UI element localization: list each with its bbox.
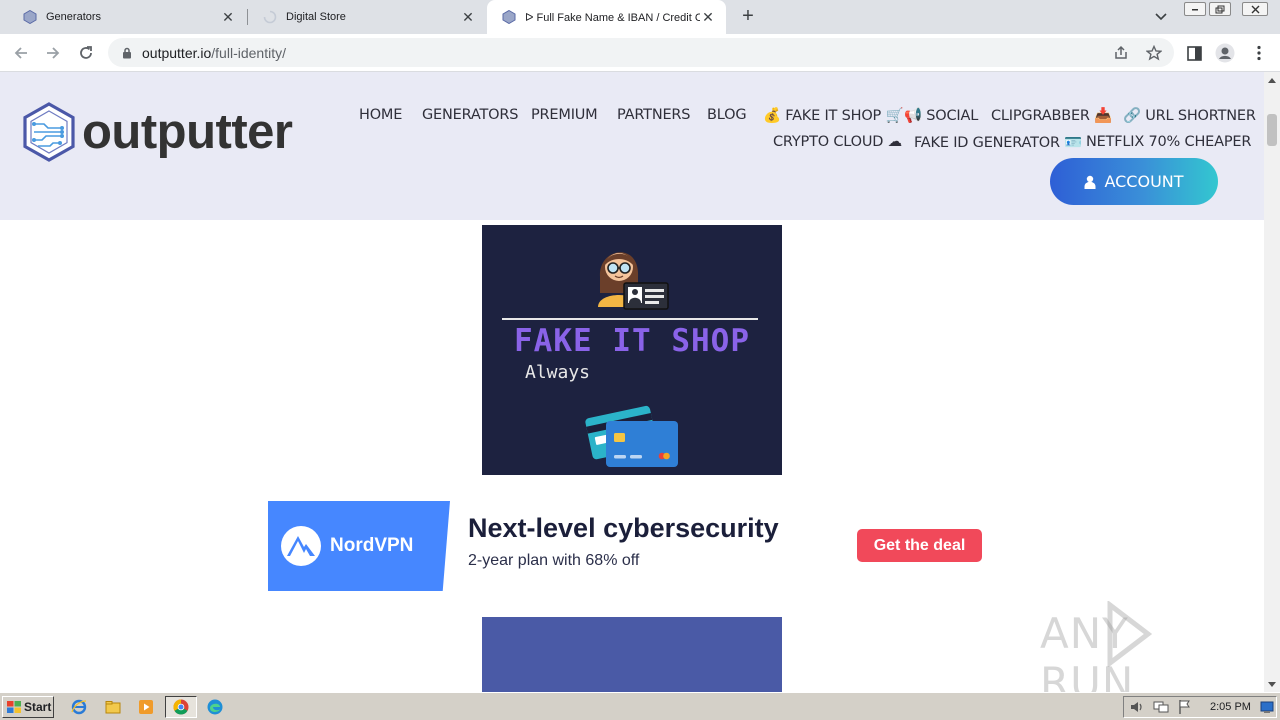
page-scrollbar[interactable] [1264, 72, 1280, 692]
tab-title: ᐅ Full Fake Name & IBAN / Credit Ca [525, 11, 700, 24]
url-host: outputter.io [142, 44, 212, 61]
minimize-window-icon[interactable] [1184, 2, 1206, 16]
system-tray: 2:05 PM [1123, 696, 1277, 718]
new-tab-button[interactable]: + [738, 6, 758, 27]
address-bar[interactable]: outputter.io/full-identity/ [108, 38, 1174, 67]
nav-clipgrabber[interactable]: CLIPGRABBER 📥 [991, 107, 1112, 124]
windows-flag-icon [6, 700, 22, 714]
tab-search-chevron-icon[interactable] [1152, 8, 1170, 26]
profile-avatar-icon[interactable] [1214, 42, 1236, 64]
fake-it-shop-ad[interactable]: FAKE IT SHOP Always [482, 225, 782, 475]
tab-title: Digital Store [286, 11, 346, 23]
girl-with-id-card-icon [598, 252, 669, 310]
tab-full-identity[interactable]: ᐅ Full Fake Name & IBAN / Credit Ca ✕ [487, 0, 726, 34]
nordvpn-headline: Next-level cybersecurity [468, 513, 779, 543]
nav-blog[interactable]: BLOG [707, 107, 747, 123]
nav-generators[interactable]: GENERATORS [422, 107, 518, 123]
page-viewport: outputter HOME GENERATORS PREMIUM PARTNE… [0, 72, 1264, 692]
nordvpn-logo-icon [281, 526, 321, 566]
outputter-logo-icon [23, 102, 75, 162]
internet-explorer-icon[interactable] [70, 698, 88, 716]
scroll-down-arrow-icon[interactable] [1264, 676, 1280, 692]
windows-taskbar: Start 2:05 PM [0, 692, 1280, 720]
credit-cards-icon [585, 405, 678, 467]
close-window-icon[interactable] [1242, 2, 1268, 16]
get-the-deal-button[interactable]: Get the deal [857, 529, 982, 562]
close-tab-icon[interactable]: ✕ [220, 9, 236, 25]
close-tab-icon[interactable]: ✕ [460, 9, 476, 25]
outputter-favicon-icon [501, 9, 517, 25]
site-logo[interactable]: outputter [22, 102, 293, 162]
fake-it-shop-headline: FAKE IT SHOP [514, 323, 750, 359]
tab-title: Generators [46, 11, 102, 23]
account-button[interactable]: ACCOUNT [1050, 158, 1218, 205]
edge-icon[interactable] [206, 698, 224, 716]
share-icon[interactable] [1113, 45, 1129, 61]
scroll-up-arrow-icon[interactable] [1264, 72, 1280, 88]
fake-it-shop-subline: Always [525, 362, 591, 383]
reload-icon[interactable] [75, 42, 97, 64]
chrome-icon[interactable] [172, 698, 190, 716]
user-icon [1084, 175, 1096, 189]
close-tab-icon[interactable]: ✕ [700, 9, 716, 25]
bookmark-star-icon[interactable] [1146, 45, 1162, 61]
restore-window-icon[interactable] [1209, 2, 1231, 16]
anyrun-play-logo-icon [1107, 601, 1153, 667]
side-panel-icon[interactable] [1183, 42, 1205, 64]
volume-icon[interactable] [1128, 698, 1146, 716]
back-arrow-icon[interactable] [10, 42, 32, 64]
show-desktop-icon[interactable] [1258, 698, 1276, 716]
loading-spinner-icon [262, 9, 278, 25]
nav-netflix[interactable]: NETFLIX 70% CHEAPER [1086, 134, 1251, 150]
site-header: outputter HOME GENERATORS PREMIUM PARTNE… [0, 72, 1264, 220]
tab-digital-store[interactable]: Digital Store ✕ [248, 0, 486, 34]
more-menu-icon[interactable] [1248, 42, 1270, 64]
url-text: outputter.io/full-identity/ [142, 45, 286, 61]
anyrun-watermark: ANY RUN [1040, 601, 1264, 692]
forward-arrow-icon[interactable] [42, 42, 64, 64]
start-label: Start [24, 700, 52, 714]
start-button[interactable]: Start [2, 696, 54, 718]
url-path: /full-identity/ [211, 44, 286, 61]
nordvpn-brand-panel: NordVPN [268, 501, 450, 591]
nav-fake-it-shop[interactable]: 💰 FAKE IT SHOP 🛒 [763, 107, 904, 124]
account-label: ACCOUNT [1104, 172, 1184, 191]
tab-generators[interactable]: Generators ✕ [8, 0, 246, 34]
nav-fake-id-generator[interactable]: FAKE ID GENERATOR 🪪 [914, 134, 1082, 151]
blue-banner-ad[interactable] [482, 617, 782, 692]
logo-text: outputter [82, 105, 293, 159]
nordvpn-ad[interactable]: NordVPN Next-level cybersecurity 2-year … [268, 501, 982, 591]
nordvpn-subline: 2-year plan with 68% off [468, 552, 640, 569]
network-icon[interactable] [1152, 698, 1170, 716]
lock-icon[interactable] [120, 46, 134, 60]
nav-premium[interactable]: PREMIUM [531, 107, 598, 123]
media-player-icon[interactable] [137, 698, 155, 716]
nav-home[interactable]: HOME [359, 107, 402, 123]
nav-url-shortner[interactable]: 🔗 URL SHORTNER [1123, 107, 1256, 124]
tab-strip: Generators ✕ Digital Store ✕ ᐅ Full Fake… [0, 0, 1280, 34]
nordvpn-brand: NordVPN [330, 535, 414, 556]
taskbar-clock[interactable]: 2:05 PM [1210, 701, 1251, 713]
nav-social[interactable]: 📢 SOCIAL [904, 107, 978, 124]
browser-toolbar: outputter.io/full-identity/ [0, 34, 1280, 72]
file-explorer-icon[interactable] [104, 698, 122, 716]
nav-partners[interactable]: PARTNERS [617, 107, 691, 123]
nav-crypto-cloud[interactable]: CRYPTO CLOUD ☁ [773, 134, 902, 150]
outputter-favicon-icon [22, 9, 38, 25]
scroll-thumb[interactable] [1267, 114, 1277, 146]
ad-divider [502, 318, 758, 320]
action-center-flag-icon[interactable] [1176, 698, 1194, 716]
